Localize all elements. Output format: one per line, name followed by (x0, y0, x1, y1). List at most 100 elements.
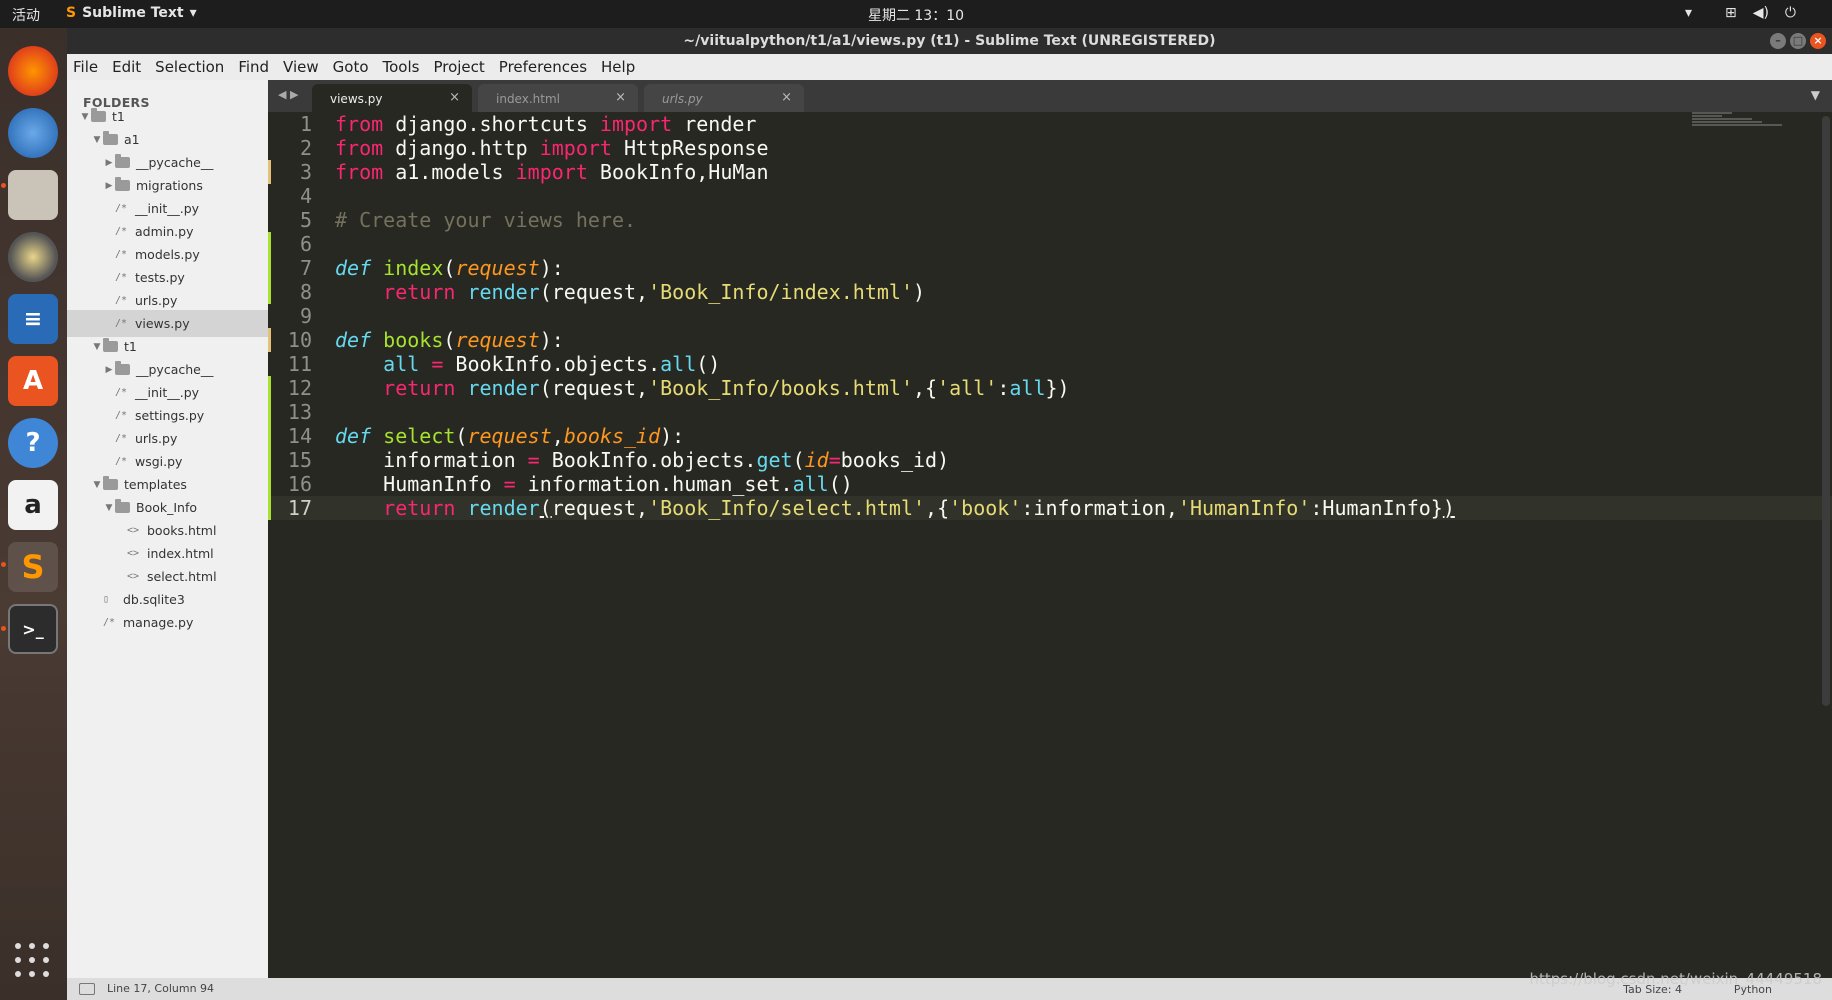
menu-file[interactable]: File (73, 58, 98, 76)
thunderbird-icon[interactable] (8, 108, 58, 158)
tree-label: migrations (136, 178, 203, 193)
help-icon[interactable]: ? (8, 418, 58, 468)
folder-icon (115, 499, 130, 513)
vertical-scrollbar[interactable] (1822, 116, 1830, 706)
minimap[interactable] (1692, 112, 1802, 152)
code-line: from django.shortcuts import render (335, 112, 757, 136)
folder-icon (115, 177, 130, 191)
python-file-icon: /* (115, 272, 128, 283)
close-tab-icon[interactable]: × (615, 90, 626, 105)
menu-preferences[interactable]: Preferences (499, 58, 587, 76)
expanded-arrow-icon: ▼ (105, 502, 113, 513)
tree-label: urls.py (135, 293, 178, 308)
menu-find[interactable]: Find (238, 58, 269, 76)
close-tab-icon[interactable]: × (449, 90, 460, 105)
window-titlebar[interactable]: ~/viitualpython/t1/a1/views.py (t1) - Su… (67, 28, 1832, 54)
folder-icon (115, 361, 130, 375)
close-icon[interactable]: × (1810, 33, 1826, 49)
tree-label: urls.py (135, 431, 178, 446)
minimize-icon[interactable]: – (1770, 33, 1786, 49)
system-tray[interactable]: ⊞ ◀) ⏻ (1725, 5, 1796, 21)
code-line: HumanInfo = information.human_set.all() (335, 472, 853, 496)
tree-label: __init__.py (135, 385, 200, 400)
expanded-arrow-icon: ▼ (93, 134, 101, 145)
sublime-text-icon[interactable]: S (8, 542, 58, 592)
python-file-icon: /* (115, 295, 128, 306)
line-number: 3 (299, 160, 312, 184)
tab-views-py[interactable]: views.py × (312, 84, 472, 112)
tab-nav-arrows-icon[interactable]: ◀ ▶ (278, 88, 298, 101)
amazon-icon[interactable]: a (8, 480, 58, 530)
html-file-icon: <> (127, 571, 140, 582)
menu-selection[interactable]: Selection (155, 58, 224, 76)
menu-view[interactable]: View (283, 58, 319, 76)
terminal-icon[interactable]: >_ (8, 604, 58, 654)
software-icon[interactable]: A (8, 356, 58, 406)
tab-dropdown-icon[interactable]: ▼ (1811, 88, 1820, 102)
power-icon[interactable]: ⏻ (1785, 5, 1796, 21)
line-number: 15 (287, 448, 312, 472)
close-tab-icon[interactable]: × (781, 90, 792, 105)
watermark: https://blog.csdn.net/weixin_44449518 (1529, 970, 1822, 988)
folder-icon (91, 108, 106, 122)
tree-label: tests.py (135, 270, 185, 285)
expanded-arrow-icon: ▼ (93, 341, 101, 352)
line-number: 14 (287, 424, 312, 448)
expanded-arrow-icon: ▼ (81, 111, 89, 122)
line-number: 9 (299, 304, 312, 328)
tree-label: settings.py (135, 408, 205, 423)
python-file-icon: /* (115, 226, 128, 237)
code-comment: # Create your views here. (335, 208, 637, 232)
python-file-icon: /* (115, 203, 128, 214)
clock[interactable]: 星期二 13：10 (0, 5, 1832, 25)
line-gutter: 1 2 3 4 5 6 7 8 9 10 11 12 13 14 15 16 1… (268, 112, 334, 978)
code-line: def select(request,books_id): (335, 424, 685, 448)
tree-label: t1 (112, 109, 125, 124)
tree-label: templates (124, 477, 187, 492)
tab-index-html[interactable]: index.html × (478, 84, 638, 112)
collapsed-arrow-icon: ▶ (105, 180, 113, 191)
menu-goto[interactable]: Goto (333, 58, 369, 76)
tree-label: admin.py (135, 224, 194, 239)
menu-project[interactable]: Project (433, 58, 484, 76)
firefox-icon[interactable] (8, 46, 58, 96)
maximize-icon[interactable]: □ (1790, 33, 1806, 49)
python-file-icon: /* (115, 410, 128, 421)
rhythmbox-icon[interactable] (8, 232, 58, 282)
network-icon[interactable]: ⊞ (1725, 5, 1737, 21)
chevron-down-icon[interactable]: ▾ (1685, 5, 1692, 21)
folder-icon (115, 154, 130, 168)
line-number: 13 (287, 400, 312, 424)
tab-bar: ◀ ▶ views.py × index.html × urls.py × ▼ (268, 80, 1832, 112)
show-applications-icon[interactable] (12, 940, 52, 980)
file-icon: ▯ (103, 594, 110, 605)
menu-tools[interactable]: Tools (383, 58, 420, 76)
volume-icon[interactable]: ◀) (1753, 5, 1769, 21)
line-number: 16 (287, 472, 312, 496)
python-file-icon: /* (115, 387, 128, 398)
expanded-arrow-icon: ▼ (93, 479, 101, 490)
tree-file[interactable]: /* manage.py (67, 609, 268, 636)
console-toggle-icon[interactable] (79, 983, 95, 995)
tree-label: manage.py (123, 615, 194, 630)
code-editor[interactable]: 1 2 3 4 5 6 7 8 9 10 11 12 13 14 15 16 1… (268, 112, 1832, 978)
tree-label: wsgi.py (135, 454, 183, 469)
code-line: from django.http import HttpResponse (335, 136, 769, 160)
tree-label: __init__.py (135, 201, 200, 216)
line-number: 7 (299, 256, 312, 280)
files-icon[interactable] (8, 170, 58, 220)
collapsed-arrow-icon: ▶ (105, 157, 113, 168)
line-number: 2 (299, 136, 312, 160)
menu-edit[interactable]: Edit (112, 58, 141, 76)
tab-urls-py[interactable]: urls.py × (644, 84, 804, 112)
writer-icon[interactable]: ≡ (8, 294, 58, 344)
menu-help[interactable]: Help (601, 58, 635, 76)
code-line: return render(request,'Book_Info/books.h… (383, 376, 1070, 400)
tree-label: index.html (147, 546, 214, 561)
python-file-icon: /* (115, 433, 128, 444)
folder-sidebar: FOLDERS ▼ t1 ▼ a1 ▶ __pycache__ ▶ migrations… (67, 80, 268, 978)
html-file-icon: <> (127, 548, 140, 559)
code-line: def index(request): (335, 256, 564, 280)
tree-label: select.html (147, 569, 217, 584)
line-number: 17 (287, 496, 312, 520)
